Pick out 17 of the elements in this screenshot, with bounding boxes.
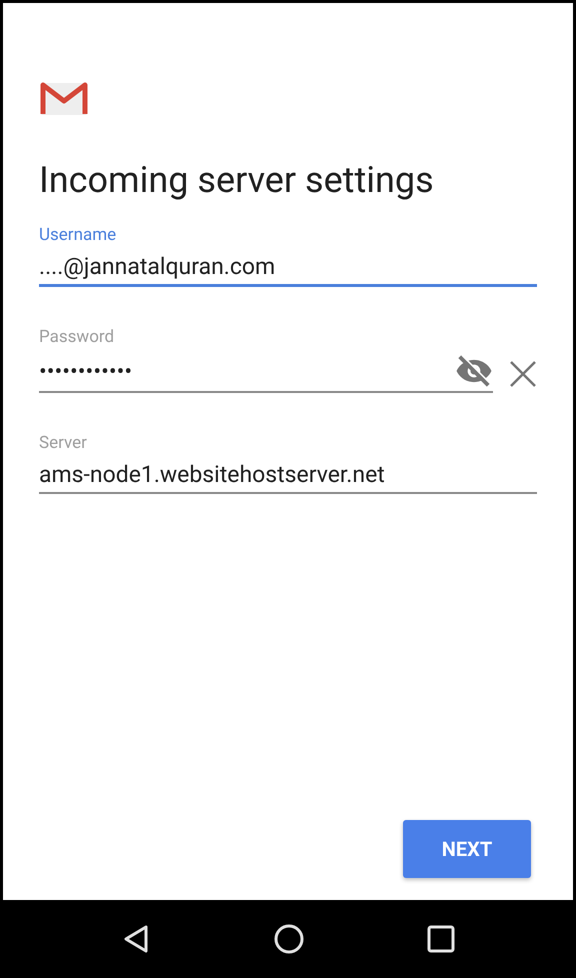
field-value: ....@jannatalquran.com bbox=[39, 253, 276, 280]
recents-icon[interactable] bbox=[427, 925, 455, 953]
close-icon bbox=[509, 360, 537, 388]
field-label: Server bbox=[39, 433, 88, 453]
input-field[interactable]: •••••••••••• bbox=[39, 355, 493, 393]
input-field[interactable]: ams-node1.websitehostserver.net bbox=[39, 461, 537, 494]
field-label: Username bbox=[39, 225, 118, 245]
field-value: ams-node1.websitehostserver.net bbox=[39, 461, 385, 488]
clear-button[interactable] bbox=[509, 360, 537, 388]
next-button[interactable]: NEXT bbox=[403, 820, 531, 878]
visibility-toggle[interactable] bbox=[455, 355, 493, 387]
eye-slash-icon bbox=[455, 355, 493, 387]
input-field[interactable]: ....@jannatalquran.com bbox=[39, 253, 537, 287]
field-value: •••••••••••• bbox=[39, 358, 132, 384]
home-icon[interactable] bbox=[273, 923, 305, 955]
page-title: Incoming server settings bbox=[39, 159, 435, 201]
field-label: Password bbox=[39, 327, 116, 347]
